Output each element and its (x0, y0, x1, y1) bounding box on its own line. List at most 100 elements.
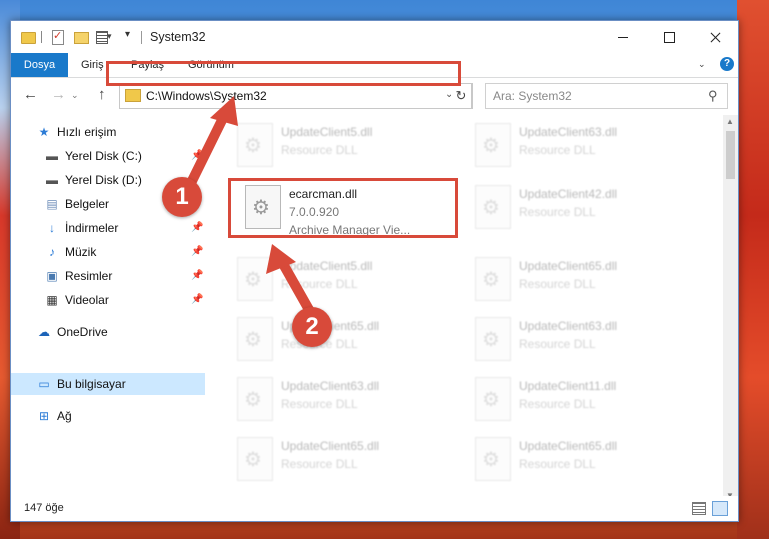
back-arrow-icon[interactable]: ← (23, 86, 38, 103)
file-tile[interactable]: UpdateClient65.dll Resource DLL (231, 431, 461, 487)
pin-icon[interactable]: 📌 (191, 289, 203, 311)
dll-file-icon (475, 437, 511, 481)
tiles-view-icon[interactable] (712, 501, 728, 516)
address-bar[interactable]: C:\Windows\System32 ⌄ (119, 83, 473, 109)
file-type: Resource DLL (281, 397, 358, 411)
window-title: System32 (150, 30, 206, 44)
file-type: Resource DLL (519, 397, 596, 411)
file-name: UpdateClient63.dll (519, 319, 618, 333)
tab-file[interactable]: Dosya (11, 53, 68, 77)
maximize-button[interactable] (646, 21, 692, 53)
pin-icon[interactable]: 📌 (191, 241, 203, 263)
file-type: Resource DLL (519, 143, 596, 157)
pin-icon[interactable]: 📌 (191, 145, 203, 167)
file-name: UpdateClient63.dll (281, 379, 380, 393)
file-type: Resource DLL (519, 457, 596, 471)
dll-file-icon (475, 377, 511, 421)
sidebar-item-onedrive[interactable]: ☁ OneDrive (11, 321, 203, 343)
view-options-icon[interactable] (95, 29, 112, 45)
sidebar-item-label: OneDrive (57, 325, 108, 339)
dll-file-icon (237, 123, 273, 167)
file-tile[interactable]: UpdateClient63.dll Resource DLL (469, 117, 699, 173)
dll-file-icon (475, 123, 511, 167)
file-name: UpdateClient11.dll (519, 379, 617, 393)
file-tile[interactable]: UpdateClient65.dll Resource DLL (469, 431, 699, 487)
file-tile[interactable]: UpdateClient63.dll Resource DLL (469, 311, 699, 367)
minimize-button[interactable] (600, 21, 646, 53)
quick-access-divider (41, 31, 42, 43)
new-folder-icon[interactable] (73, 29, 89, 45)
file-name: UpdateClient65.dll (519, 439, 618, 453)
scroll-up-icon[interactable]: ▲ (726, 117, 734, 126)
properties-icon[interactable] (50, 29, 66, 45)
refresh-button[interactable]: ↻ (451, 83, 472, 109)
sidebar-item-network[interactable]: ⊞ Ağ (11, 405, 203, 427)
cloud-icon: ☁ (38, 325, 50, 339)
pin-icon[interactable]: 📌 (191, 217, 203, 239)
explorer-window: ▾ System32 Dosya Giriş Paylaş Görünüm ⌄ … (10, 20, 739, 522)
file-name: UpdateClient42.dll (519, 187, 618, 201)
file-name: UpdateClient63.dll (519, 125, 618, 139)
chevron-down-icon[interactable]: ⌄ (698, 59, 706, 70)
help-icon[interactable]: ? (720, 57, 734, 71)
vertical-scrollbar[interactable]: ▲ ▼ (723, 115, 738, 503)
dll-file-icon (475, 317, 511, 361)
up-arrow-icon[interactable]: ↑ (98, 86, 106, 103)
address-path[interactable]: C:\Windows\System32 (146, 89, 267, 103)
file-tile[interactable]: UpdateClient5.dll Resource DLL (231, 117, 461, 173)
file-type: Resource DLL (519, 277, 596, 291)
file-type: Resource DLL (281, 143, 358, 157)
file-name: UpdateClient65.dll (281, 439, 380, 453)
customize-toolbar-icon[interactable]: ▾ (125, 29, 130, 40)
drive-icon: ▬ (46, 173, 58, 187)
close-button[interactable] (692, 21, 738, 53)
drive-icon: ▬ (46, 149, 58, 163)
network-icon: ⊞ (38, 409, 50, 423)
title-divider (141, 31, 142, 44)
dll-file-icon (237, 437, 273, 481)
folder-icon (125, 89, 141, 102)
file-tile[interactable]: UpdateClient65.dll Resource DLL (231, 311, 461, 367)
star-icon: ★ (38, 125, 50, 139)
step-badge-2: 2 (292, 307, 332, 347)
search-icon[interactable]: ⚲ (708, 88, 718, 104)
file-type: Resource DLL (281, 277, 358, 291)
file-name: UpdateClient5.dll (281, 125, 373, 139)
sidebar-item-pictures[interactable]: ▣ Resimler 📌 (11, 265, 203, 287)
tab-home[interactable]: Giriş (81, 53, 104, 77)
pictures-icon: ▣ (46, 269, 58, 283)
file-tile[interactable]: UpdateClient11.dll Resource DLL (469, 371, 699, 427)
file-tile[interactable]: UpdateClient5.dll Resource DLL (231, 251, 461, 307)
step-badge-1: 1 (162, 177, 202, 217)
file-name: UpdateClient65.dll (519, 259, 618, 273)
dll-file-icon (237, 317, 273, 361)
search-input[interactable]: Ara: System32 ⚲ (485, 83, 728, 109)
sidebar-item-this-pc[interactable]: ▭ Bu bilgisayar (11, 373, 205, 395)
sidebar-item-local-disk-c[interactable]: ▬ Yerel Disk (C:) 📌 (11, 145, 203, 167)
forward-arrow-icon[interactable]: → (51, 86, 66, 103)
file-tile[interactable]: UpdateClient65.dll Resource DLL (469, 251, 699, 307)
address-bar-highlight (106, 61, 461, 86)
file-tile[interactable]: UpdateClient63.dll Resource DLL (231, 371, 461, 427)
scroll-thumb[interactable] (726, 131, 735, 179)
file-type: Resource DLL (519, 205, 596, 219)
file-type: Resource DLL (519, 337, 596, 351)
sidebar-item-label: Videolar (65, 293, 109, 307)
pin-icon[interactable]: 📌 (191, 265, 203, 287)
document-icon: ▤ (46, 197, 58, 211)
title-bar: ▾ System32 (11, 21, 738, 53)
file-highlight (228, 178, 458, 238)
sidebar-item-videos[interactable]: ▦ Videolar 📌 (11, 289, 203, 311)
sidebar-item-downloads[interactable]: ↓ İndirmeler 📌 (11, 217, 203, 239)
details-view-icon[interactable] (692, 502, 706, 515)
navigation-pane: ★ Hızlı erişim ▬ Yerel Disk (C:) 📌 ▬ Yer… (11, 115, 211, 495)
download-icon: ↓ (49, 221, 55, 235)
sidebar-item-quick-access[interactable]: ★ Hızlı erişim (11, 121, 203, 143)
music-icon: ♪ (49, 245, 55, 259)
sidebar-item-music[interactable]: ♪ Müzik 📌 (11, 241, 203, 263)
sidebar-item-label: Yerel Disk (C:) (65, 149, 142, 163)
recent-locations-icon[interactable]: ⌄ (71, 90, 79, 101)
file-list: UpdateClient5.dll Resource DLL ecarcman.… (221, 115, 721, 495)
desktop-background-right (737, 0, 769, 539)
file-tile[interactable]: UpdateClient42.dll Resource DLL (469, 179, 699, 235)
